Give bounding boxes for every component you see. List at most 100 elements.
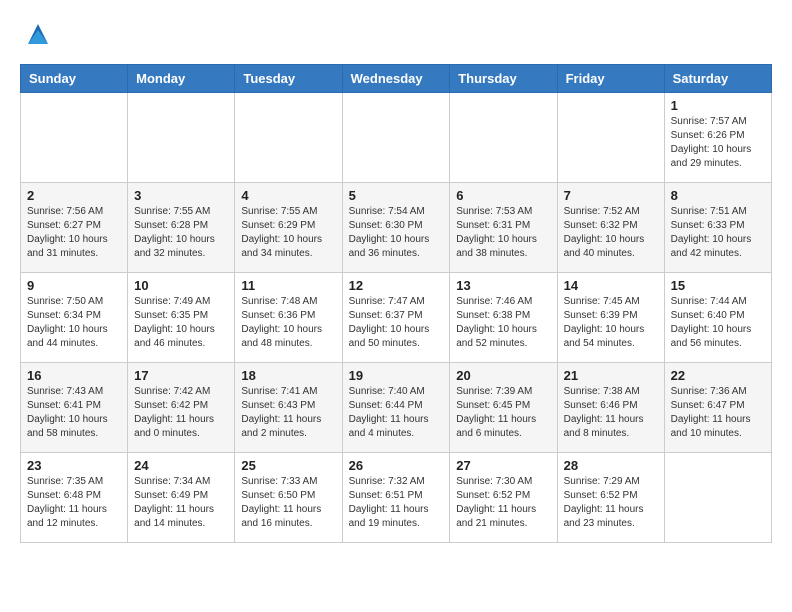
day-info: Sunrise: 7:53 AM Sunset: 6:31 PM Dayligh… — [456, 205, 550, 261]
day-number: 16 — [27, 368, 121, 383]
calendar-cell: 2 Sunrise: 7:56 AM Sunset: 6:27 PM Daylig… — [21, 183, 128, 273]
day-info: Sunrise: 7:50 AM Sunset: 6:34 PM Dayligh… — [27, 295, 121, 351]
calendar-cell: 28 Sunrise: 7:29 AM Sunset: 6:52 PM Dayli… — [557, 453, 664, 543]
day-number: 23 — [27, 458, 121, 473]
calendar-cell: 11Sunrise: 7:48 AM Sunset: 6:36 PM Dayli… — [235, 273, 342, 363]
day-info: Sunrise: 7:55 AM Sunset: 6:28 PM Dayligh… — [134, 205, 228, 261]
day-info: Sunrise: 7:47 AM Sunset: 6:37 PM Dayligh… — [349, 295, 444, 351]
day-info: Sunrise: 7:42 AM Sunset: 6:42 PM Dayligh… — [134, 385, 228, 441]
calendar-cell: 16 Sunrise: 7:43 AM Sunset: 6:41 PM Dayli… — [21, 363, 128, 453]
day-info: Sunrise: 7:46 AM Sunset: 6:38 PM Dayligh… — [456, 295, 550, 351]
day-info: Sunrise: 7:32 AM Sunset: 6:51 PM Dayligh… — [349, 475, 444, 531]
calendar-cell: 15 Sunrise: 7:44 AM Sunset: 6:40 PM Dayli… — [664, 273, 771, 363]
calendar-week-3: 9 Sunrise: 7:50 AM Sunset: 6:34 PM Daylig… — [21, 273, 772, 363]
calendar-cell: 26Sunrise: 7:32 AM Sunset: 6:51 PM Dayli… — [342, 453, 450, 543]
page-header — [20, 20, 772, 48]
calendar-cell: 12 Sunrise: 7:47 AM Sunset: 6:37 PM Dayli… — [342, 273, 450, 363]
calendar-cell: 6 Sunrise: 7:53 AM Sunset: 6:31 PM Daylig… — [450, 183, 557, 273]
day-number: 12 — [349, 278, 444, 293]
day-info: Sunrise: 7:29 AM Sunset: 6:52 PM Dayligh… — [564, 475, 658, 531]
calendar-cell: 24 Sunrise: 7:34 AM Sunset: 6:49 PM Dayli… — [128, 453, 235, 543]
day-number: 9 — [27, 278, 121, 293]
day-number: 14 — [564, 278, 658, 293]
calendar-cell: 22 Sunrise: 7:36 AM Sunset: 6:47 PM Dayli… — [664, 363, 771, 453]
day-info: Sunrise: 7:44 AM Sunset: 6:40 PM Dayligh… — [671, 295, 765, 351]
day-info: Sunrise: 7:35 AM Sunset: 6:48 PM Dayligh… — [27, 475, 121, 531]
calendar-week-5: 23 Sunrise: 7:35 AM Sunset: 6:48 PM Dayli… — [21, 453, 772, 543]
calendar-cell: 20 Sunrise: 7:39 AM Sunset: 6:45 PM Dayli… — [450, 363, 557, 453]
day-info: Sunrise: 7:33 AM Sunset: 6:50 PM Dayligh… — [241, 475, 335, 531]
calendar-table: SundayMondayTuesdayWednesdayThursdayFrid… — [20, 64, 772, 543]
day-number: 7 — [564, 188, 658, 203]
calendar-header-thursday: Thursday — [450, 65, 557, 93]
calendar-week-2: 2 Sunrise: 7:56 AM Sunset: 6:27 PM Daylig… — [21, 183, 772, 273]
calendar-cell: 17 Sunrise: 7:42 AM Sunset: 6:42 PM Dayli… — [128, 363, 235, 453]
calendar-cell — [235, 93, 342, 183]
day-info: Sunrise: 7:38 AM Sunset: 6:46 PM Dayligh… — [564, 385, 658, 441]
day-number: 3 — [134, 188, 228, 203]
day-number: 6 — [456, 188, 550, 203]
calendar-week-1: 1 Sunrise: 7:57 AM Sunset: 6:26 PM Daylig… — [21, 93, 772, 183]
day-info: Sunrise: 7:30 AM Sunset: 6:52 PM Dayligh… — [456, 475, 550, 531]
day-info: Sunrise: 7:43 AM Sunset: 6:41 PM Dayligh… — [27, 385, 121, 441]
calendar-header-sunday: Sunday — [21, 65, 128, 93]
calendar-cell: 27 Sunrise: 7:30 AM Sunset: 6:52 PM Dayli… — [450, 453, 557, 543]
day-number: 2 — [27, 188, 121, 203]
calendar-week-4: 16 Sunrise: 7:43 AM Sunset: 6:41 PM Dayli… — [21, 363, 772, 453]
calendar-cell — [342, 93, 450, 183]
day-info: Sunrise: 7:36 AM Sunset: 6:47 PM Dayligh… — [671, 385, 765, 441]
day-info: Sunrise: 7:49 AM Sunset: 6:35 PM Dayligh… — [134, 295, 228, 351]
day-info: Sunrise: 7:52 AM Sunset: 6:32 PM Dayligh… — [564, 205, 658, 261]
calendar-cell: 21 Sunrise: 7:38 AM Sunset: 6:46 PM Dayli… — [557, 363, 664, 453]
calendar-cell: 9 Sunrise: 7:50 AM Sunset: 6:34 PM Daylig… — [21, 273, 128, 363]
calendar-header-monday: Monday — [128, 65, 235, 93]
day-number: 5 — [349, 188, 444, 203]
day-info: Sunrise: 7:40 AM Sunset: 6:44 PM Dayligh… — [349, 385, 444, 441]
day-number: 1 — [671, 98, 765, 113]
calendar-cell: 4Sunrise: 7:55 AM Sunset: 6:29 PM Daylig… — [235, 183, 342, 273]
calendar-header-saturday: Saturday — [664, 65, 771, 93]
logo-icon — [24, 20, 52, 48]
day-number: 19 — [349, 368, 444, 383]
calendar-header-wednesday: Wednesday — [342, 65, 450, 93]
day-info: Sunrise: 7:39 AM Sunset: 6:45 PM Dayligh… — [456, 385, 550, 441]
day-number: 28 — [564, 458, 658, 473]
day-info: Sunrise: 7:56 AM Sunset: 6:27 PM Dayligh… — [27, 205, 121, 261]
day-info: Sunrise: 7:45 AM Sunset: 6:39 PM Dayligh… — [564, 295, 658, 351]
day-number: 17 — [134, 368, 228, 383]
day-number: 27 — [456, 458, 550, 473]
calendar-header-row: SundayMondayTuesdayWednesdayThursdayFrid… — [21, 65, 772, 93]
day-info: Sunrise: 7:51 AM Sunset: 6:33 PM Dayligh… — [671, 205, 765, 261]
day-number: 15 — [671, 278, 765, 293]
calendar-header-tuesday: Tuesday — [235, 65, 342, 93]
calendar-cell: 13 Sunrise: 7:46 AM Sunset: 6:38 PM Dayli… — [450, 273, 557, 363]
day-info: Sunrise: 7:41 AM Sunset: 6:43 PM Dayligh… — [241, 385, 335, 441]
day-info: Sunrise: 7:54 AM Sunset: 6:30 PM Dayligh… — [349, 205, 444, 261]
day-info: Sunrise: 7:34 AM Sunset: 6:49 PM Dayligh… — [134, 475, 228, 531]
day-number: 21 — [564, 368, 658, 383]
calendar-cell — [664, 453, 771, 543]
calendar-cell — [21, 93, 128, 183]
day-number: 8 — [671, 188, 765, 203]
day-info: Sunrise: 7:57 AM Sunset: 6:26 PM Dayligh… — [671, 115, 765, 171]
calendar-cell: 25 Sunrise: 7:33 AM Sunset: 6:50 PM Dayli… — [235, 453, 342, 543]
calendar-cell — [128, 93, 235, 183]
calendar-cell: 18 Sunrise: 7:41 AM Sunset: 6:43 PM Dayli… — [235, 363, 342, 453]
day-number: 18 — [241, 368, 335, 383]
day-number: 13 — [456, 278, 550, 293]
day-number: 22 — [671, 368, 765, 383]
calendar-cell: 14 Sunrise: 7:45 AM Sunset: 6:39 PM Dayli… — [557, 273, 664, 363]
calendar-cell: 8 Sunrise: 7:51 AM Sunset: 6:33 PM Daylig… — [664, 183, 771, 273]
calendar-cell: 5 Sunrise: 7:54 AM Sunset: 6:30 PM Daylig… — [342, 183, 450, 273]
calendar-cell: 7 Sunrise: 7:52 AM Sunset: 6:32 PM Daylig… — [557, 183, 664, 273]
day-number: 20 — [456, 368, 550, 383]
day-number: 10 — [134, 278, 228, 293]
calendar-cell: 1 Sunrise: 7:57 AM Sunset: 6:26 PM Daylig… — [664, 93, 771, 183]
calendar-cell — [557, 93, 664, 183]
day-number: 25 — [241, 458, 335, 473]
calendar-cell: 10 Sunrise: 7:49 AM Sunset: 6:35 PM Dayli… — [128, 273, 235, 363]
calendar-cell: 23 Sunrise: 7:35 AM Sunset: 6:48 PM Dayli… — [21, 453, 128, 543]
day-info: Sunrise: 7:55 AM Sunset: 6:29 PM Dayligh… — [241, 205, 335, 261]
calendar-cell: 19 Sunrise: 7:40 AM Sunset: 6:44 PM Dayli… — [342, 363, 450, 453]
day-number: 24 — [134, 458, 228, 473]
